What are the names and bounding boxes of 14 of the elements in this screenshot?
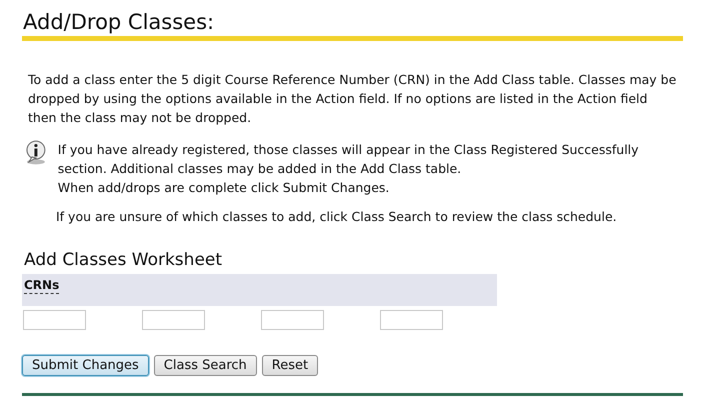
crn-field[interactable] [380,310,443,330]
info-text: If you have already registered, those classes will appear in the Class Registered Successfully section. Additional classes may be added in the Add Class table. [58,141,640,178]
hint-text: If you are unsure of which classes to add, click Class Search to review the class schedule. [56,208,618,226]
crn-field[interactable] [261,310,324,330]
crn-field[interactable] [23,310,86,330]
column-header: CRNs [24,278,60,294]
instructions-text: To add a class enter the 5 digit Course Reference Number (CRN) in the Add Class table. Classes may be dropped by using the options available in the Action field. If no options are listed in the Action field then the class may not be dropped. [28,71,678,127]
form-button[interactable]: Submit Changes [22,355,149,376]
crn-field[interactable] [142,310,205,330]
section-heading: Add Classes Worksheet [24,249,224,272]
form-button[interactable]: Class Search [154,355,257,376]
form-button[interactable]: Reset [262,355,318,376]
page-title: Add/Drop Classes: [23,9,216,36]
info-text: When add/drops are complete click Submit Changes. [58,179,390,197]
